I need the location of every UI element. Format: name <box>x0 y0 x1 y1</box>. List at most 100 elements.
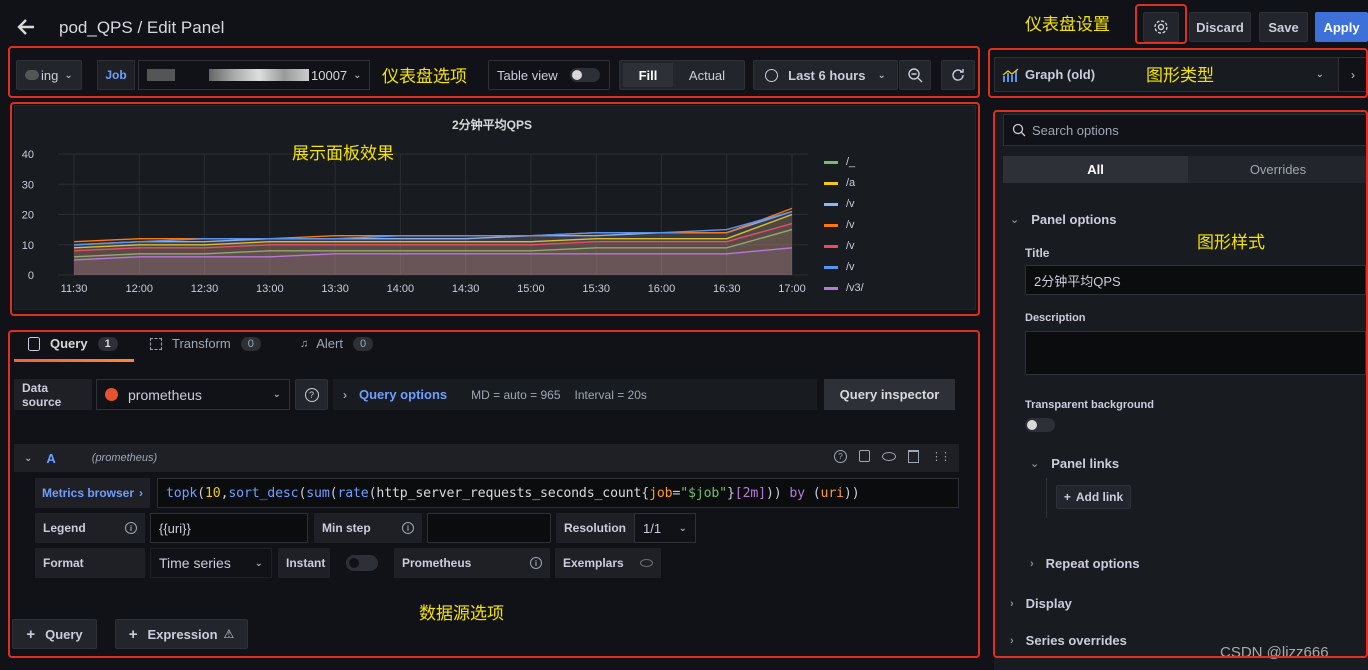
time-range-picker[interactable]: Last 6 hours ⌄ <box>753 60 898 90</box>
legend-swatch <box>824 265 838 269</box>
query-options-label: Query options <box>359 387 448 402</box>
apply-button[interactable]: Apply <box>1315 12 1368 42</box>
tab-query-underline <box>14 359 134 362</box>
format-select[interactable]: Time series ⌄ <box>150 548 272 578</box>
expr-function: sort_desc <box>228 485 299 501</box>
chevron-right-icon: › <box>1010 597 1014 610</box>
transform-icon <box>150 337 162 350</box>
legend-item[interactable]: /v <box>824 219 855 231</box>
annotation-datasource-options: 数据源选项 <box>419 604 504 624</box>
add-expression-button[interactable]: + Expression ⚠ <box>115 619 248 649</box>
x-tick-label: 16:30 <box>713 283 741 295</box>
panel-options-section[interactable]: ⌄ Panel options <box>1010 212 1116 227</box>
x-tick-label: 12:30 <box>191 283 219 295</box>
description-textarea[interactable] <box>1025 331 1366 375</box>
expr-punct: )) <box>765 485 782 501</box>
toggle-options-pane-button[interactable]: › <box>1339 57 1368 92</box>
search-options-input[interactable]: Search options <box>1003 114 1368 146</box>
datasource-help-button[interactable]: ? <box>295 379 328 410</box>
legend-label: /v <box>846 240 855 252</box>
help-icon[interactable]: ? <box>834 450 847 463</box>
display-section[interactable]: › Display <box>1010 596 1072 611</box>
query-options-toggle[interactable]: › Query options MD = auto = 965 Interval… <box>333 379 817 410</box>
expr-punct: ( <box>298 485 307 501</box>
legend-item[interactable]: /v <box>824 198 855 210</box>
repeat-options-section[interactable]: › Repeat options <box>1030 556 1140 571</box>
plus-icon: + <box>1063 490 1071 504</box>
chevron-down-icon: ⌄ <box>678 522 687 534</box>
dashboard-settings-button[interactable] <box>1143 12 1179 42</box>
datasource-select[interactable]: prometheus ⌄ <box>96 379 290 410</box>
metrics-browser-button[interactable]: Metrics browser › <box>35 478 150 508</box>
add-query-button[interactable]: + Query <box>12 619 97 649</box>
expr-punct: } <box>726 485 735 501</box>
expr-function: topk <box>166 485 198 501</box>
legend-item[interactable]: /v <box>824 240 855 252</box>
chevron-down-icon: ⌄ <box>64 69 73 81</box>
fill-button[interactable]: Fill <box>623 63 673 87</box>
table-view-label: Table view <box>497 67 558 83</box>
expr-range: [2m] <box>734 485 766 501</box>
legend-item[interactable]: /a <box>824 177 855 189</box>
x-tick-label: 13:00 <box>256 283 284 295</box>
tab-alert-count: 0 <box>352 336 374 351</box>
legend-item[interactable]: /v <box>824 261 855 273</box>
table-view-toggle[interactable]: Table view <box>488 60 610 90</box>
tab-all[interactable]: All <box>1003 156 1188 183</box>
tab-alert[interactable]: ♫ Alert 0 <box>300 336 374 351</box>
back-arrow-icon[interactable] <box>14 14 40 40</box>
x-tick-label: 11:30 <box>61 283 88 295</box>
actual-button[interactable]: Actual <box>673 63 741 87</box>
max-datapoints-info: MD = auto = 965 <box>471 387 561 402</box>
legend-label: /a <box>846 177 856 189</box>
chart-plot: 0 10 20 30 40 11:30 12:00 12:30 13:00 13:30 14:00 1… <box>22 149 808 295</box>
add-link-button[interactable]: + Add link <box>1056 485 1131 509</box>
query-expression-input[interactable]: topk(10, sort_desc(sum(rate(http_server_r… <box>157 478 959 508</box>
database-icon <box>28 336 40 351</box>
chevron-down-icon: ⌄ <box>1030 458 1040 470</box>
drag-handle-icon[interactable]: ⋮⋮ <box>931 450 951 463</box>
expr-keyword: by <box>789 485 805 501</box>
tab-transform[interactable]: Transform 0 <box>150 336 261 351</box>
instant-switch[interactable] <box>346 555 378 571</box>
job-variable-select[interactable]: 10007 ⌄ <box>138 60 370 90</box>
query-ref-datasource: (prometheus) <box>91 452 158 464</box>
title-input[interactable]: 2分钟平均QPS <box>1025 265 1366 295</box>
y-tick-label: 0 <box>28 270 34 282</box>
min-step-input[interactable] <box>427 513 551 543</box>
y-tick-label: 20 <box>22 210 34 222</box>
tab-alert-label: Alert <box>316 336 343 351</box>
datasource-variable-select[interactable]: ing ⌄ <box>16 60 82 90</box>
save-button[interactable]: Save <box>1259 12 1308 42</box>
legend-item[interactable]: /v3/ <box>824 282 864 294</box>
tab-overrides[interactable]: Overrides <box>1188 156 1368 183</box>
legend-input[interactable]: {{uri}} <box>150 513 308 543</box>
eye-icon[interactable] <box>882 452 896 461</box>
series-overrides-section[interactable]: › Series overrides <box>1010 633 1127 648</box>
blurred-label <box>25 70 39 80</box>
legend-item[interactable]: /_ <box>824 156 855 168</box>
zoom-out-button[interactable] <box>899 60 931 90</box>
blurred-value <box>209 69 309 81</box>
duplicate-icon[interactable] <box>859 450 870 462</box>
query-row-header[interactable]: ⌄ A (prometheus) <box>14 444 959 472</box>
visualization-label: Graph (old) <box>1025 67 1096 82</box>
trash-icon[interactable] <box>908 450 919 463</box>
table-view-switch[interactable] <box>569 68 600 82</box>
transparent-background-switch[interactable] <box>1025 418 1055 432</box>
resolution-select[interactable]: 1/1 ⌄ <box>634 513 696 543</box>
search-placeholder: Search options <box>1032 122 1119 138</box>
interval-info: Interval = 20s <box>574 387 647 402</box>
panel-links-section[interactable]: ⌄ Panel links <box>1030 456 1119 471</box>
plus-icon: + <box>128 625 138 643</box>
legend-label: /v <box>846 198 855 210</box>
expr-function: sum <box>306 485 330 501</box>
tab-query[interactable]: Query 1 <box>28 336 118 351</box>
discard-button[interactable]: Discard <box>1189 12 1251 42</box>
query-inspector-button[interactable]: Query inspector <box>824 379 955 410</box>
legend-swatch <box>824 286 838 290</box>
panel-resize-handle[interactable] <box>884 311 904 320</box>
exemplars-label: Exemplars <box>555 548 661 578</box>
refresh-button[interactable] <box>941 60 975 90</box>
eye-icon[interactable] <box>640 559 653 567</box>
